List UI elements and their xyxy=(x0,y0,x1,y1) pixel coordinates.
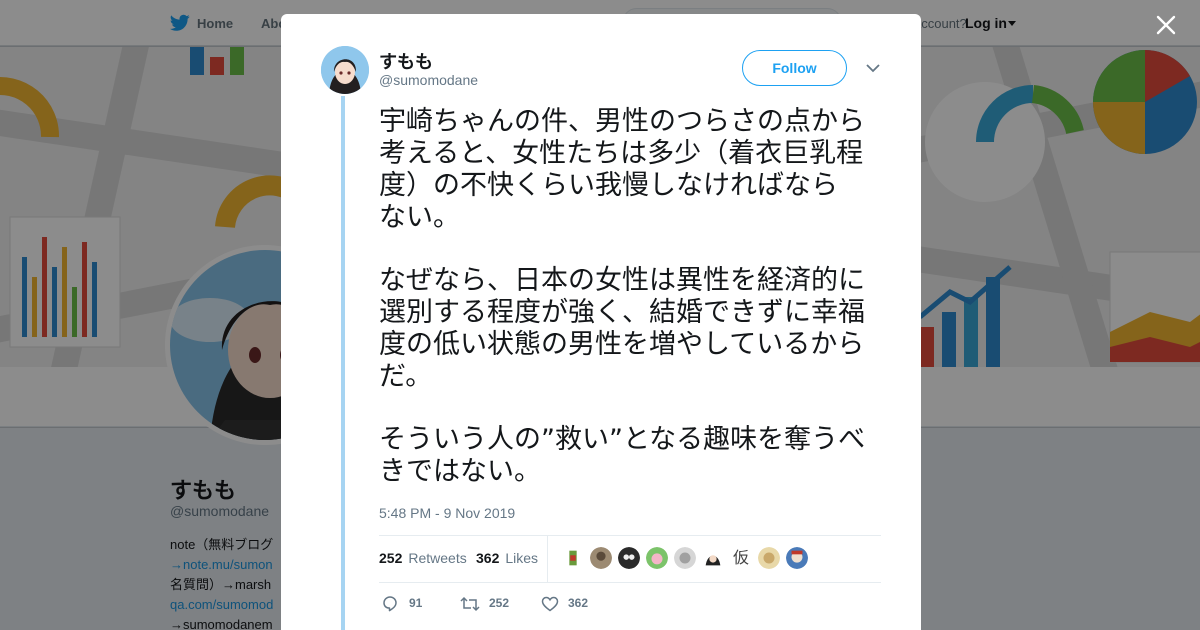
liker-avatar[interactable] xyxy=(561,546,585,570)
like-stat-label: Likes xyxy=(505,550,539,566)
retweet-count: 252 xyxy=(379,550,403,566)
retweet-button[interactable]: 252 xyxy=(460,595,520,613)
tweet-paragraph: そういう人の”救い”となる趣味を奪うべ きではない。 xyxy=(379,424,866,487)
retweet-action-count: 252 xyxy=(489,596,510,610)
stats-separator xyxy=(547,535,548,582)
liker-avatar[interactable] xyxy=(785,546,809,570)
like-stat[interactable]: 362 Likes xyxy=(476,550,538,566)
author-avatar-image xyxy=(321,46,369,94)
tweet-timestamp[interactable]: 5:48 PM - 9 Nov 2019 xyxy=(379,505,515,521)
reply-button[interactable]: 91 xyxy=(381,595,431,613)
retweet-stat[interactable]: 252 Retweets xyxy=(379,550,467,566)
close-icon[interactable] xyxy=(1152,11,1180,39)
follow-button[interactable]: Follow xyxy=(742,50,847,86)
liker-avatar[interactable] xyxy=(673,546,697,570)
tweet-paragraph: なぜなら、日本の女性は異性を経済的に 選別する程度が強く、結婚できずに幸福 度の… xyxy=(379,265,865,392)
like-button[interactable]: 362 xyxy=(541,595,601,613)
divider xyxy=(379,582,881,583)
tweet-modal: すもも @sumomodane Follow 宇崎ちゃんの件、男性のつらさの点か… xyxy=(281,14,921,630)
tweet-paragraph: 宇崎ちゃんの件、男性のつらさの点から 考えると、女性たちは多少（着衣巨乳程 度）… xyxy=(379,106,865,233)
liker-avatar[interactable]: 仮 xyxy=(729,546,753,570)
retweet-stat-label: Retweets xyxy=(408,550,467,566)
thread-line xyxy=(341,96,345,630)
author-name[interactable]: すもも xyxy=(379,48,433,74)
like-action-count: 362 xyxy=(568,596,589,610)
reply-icon xyxy=(383,596,397,612)
liker-avatar[interactable] xyxy=(617,546,641,570)
liker-avatar[interactable] xyxy=(701,546,725,570)
divider xyxy=(379,535,881,536)
like-count: 362 xyxy=(476,550,500,566)
reply-count: 91 xyxy=(409,596,423,610)
heart-icon xyxy=(541,596,559,612)
liker-avatar[interactable] xyxy=(757,546,781,570)
retweet-icon xyxy=(460,596,480,612)
liker-avatar[interactable] xyxy=(645,546,669,570)
tweet-text: 宇崎ちゃんの件、男性のつらさの点から 考えると、女性たちは多少（着衣巨乳程 度）… xyxy=(379,106,889,519)
author-handle[interactable]: @sumomodane xyxy=(379,72,478,88)
liker-avatar[interactable] xyxy=(589,546,613,570)
author-avatar[interactable] xyxy=(321,46,369,94)
chevron-down-icon[interactable] xyxy=(866,63,880,73)
